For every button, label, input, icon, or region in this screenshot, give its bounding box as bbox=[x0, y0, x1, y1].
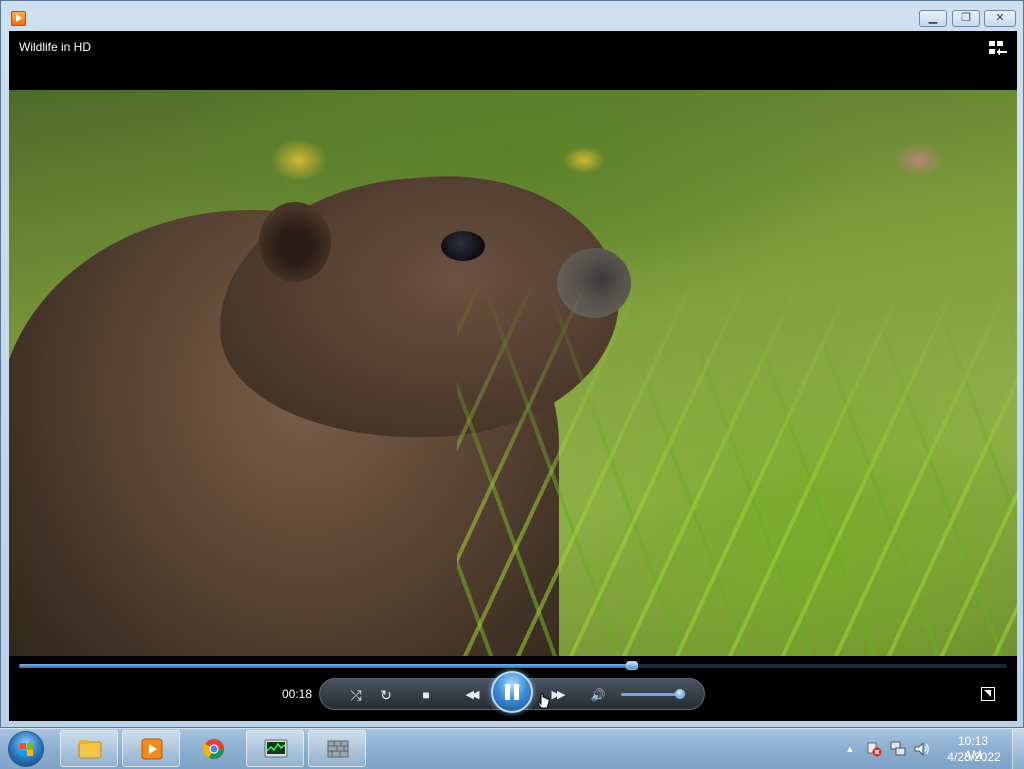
volume-level bbox=[621, 693, 680, 696]
volume-icon[interactable] bbox=[914, 741, 930, 757]
video-title: Wildlife in HD bbox=[19, 40, 92, 54]
pause-icon bbox=[505, 684, 510, 700]
seek-bar[interactable] bbox=[19, 661, 1007, 670]
volume-thumb[interactable] bbox=[674, 689, 685, 699]
taskbar: ▲ 10:13 AM 4/23/2022 bbox=[0, 728, 1024, 769]
action-center-alert-icon[interactable] bbox=[866, 741, 882, 757]
taskbar-item-windows-explorer[interactable] bbox=[60, 730, 118, 767]
player-area: Wildlife in HD 00:18 ⤮ ↻ ■ ◀◀ ▶▶ 🔊 bbox=[9, 31, 1017, 721]
pause-button[interactable] bbox=[491, 671, 533, 713]
folder-icon bbox=[78, 740, 102, 759]
marmot-ear bbox=[259, 202, 331, 282]
media-player-icon bbox=[141, 738, 163, 760]
windows-logo-icon bbox=[20, 743, 33, 756]
show-desktop-button[interactable] bbox=[1012, 729, 1024, 769]
tray-expand-button[interactable]: ▲ bbox=[842, 729, 858, 769]
mouse-cursor-icon bbox=[537, 693, 550, 709]
minimize-button[interactable]: ▁ bbox=[919, 10, 947, 27]
taskbar-item-task-manager[interactable] bbox=[246, 730, 304, 767]
chrome-icon bbox=[203, 738, 225, 760]
stop-button[interactable]: ■ bbox=[416, 685, 436, 705]
media-player-window: ▁ ❐ ✕ Wildlife in HD 00:18 ⤮ ↻ ■ ◀◀ ▶▶ 🔊 bbox=[0, 0, 1024, 728]
firewall-icon bbox=[327, 740, 349, 758]
task-manager-icon bbox=[264, 739, 288, 758]
network-icon[interactable] bbox=[890, 741, 906, 757]
start-button[interactable] bbox=[8, 731, 44, 767]
volume-slider[interactable] bbox=[621, 689, 685, 699]
taskbar-item-firewall[interactable] bbox=[308, 730, 366, 767]
maximize-button[interactable]: ❐ bbox=[952, 10, 980, 27]
close-button[interactable]: ✕ bbox=[984, 10, 1016, 27]
seek-progress bbox=[19, 664, 632, 668]
fullscreen-icon[interactable] bbox=[981, 687, 995, 701]
pause-icon bbox=[514, 684, 519, 700]
marmot-eye bbox=[441, 231, 485, 261]
seek-thumb[interactable] bbox=[625, 661, 638, 670]
mute-button[interactable]: 🔊 bbox=[588, 685, 608, 705]
switch-to-library-icon[interactable] bbox=[989, 41, 1007, 55]
repeat-button[interactable]: ↻ bbox=[376, 685, 396, 705]
elapsed-time: 00:18 bbox=[282, 687, 313, 701]
taskbar-item-windows-media-player[interactable] bbox=[122, 730, 180, 767]
taskbar-item-chrome[interactable] bbox=[184, 730, 242, 767]
title-bar[interactable]: ▁ ❐ ✕ bbox=[1, 1, 1023, 31]
shuffle-button[interactable]: ⤮ bbox=[346, 685, 366, 705]
clock-date[interactable]: 4/23/2022 bbox=[944, 750, 1004, 764]
previous-button[interactable]: ◀◀ bbox=[456, 685, 486, 705]
video-frame[interactable] bbox=[9, 90, 1017, 656]
media-player-app-icon[interactable] bbox=[11, 11, 26, 26]
grass bbox=[457, 276, 1017, 656]
